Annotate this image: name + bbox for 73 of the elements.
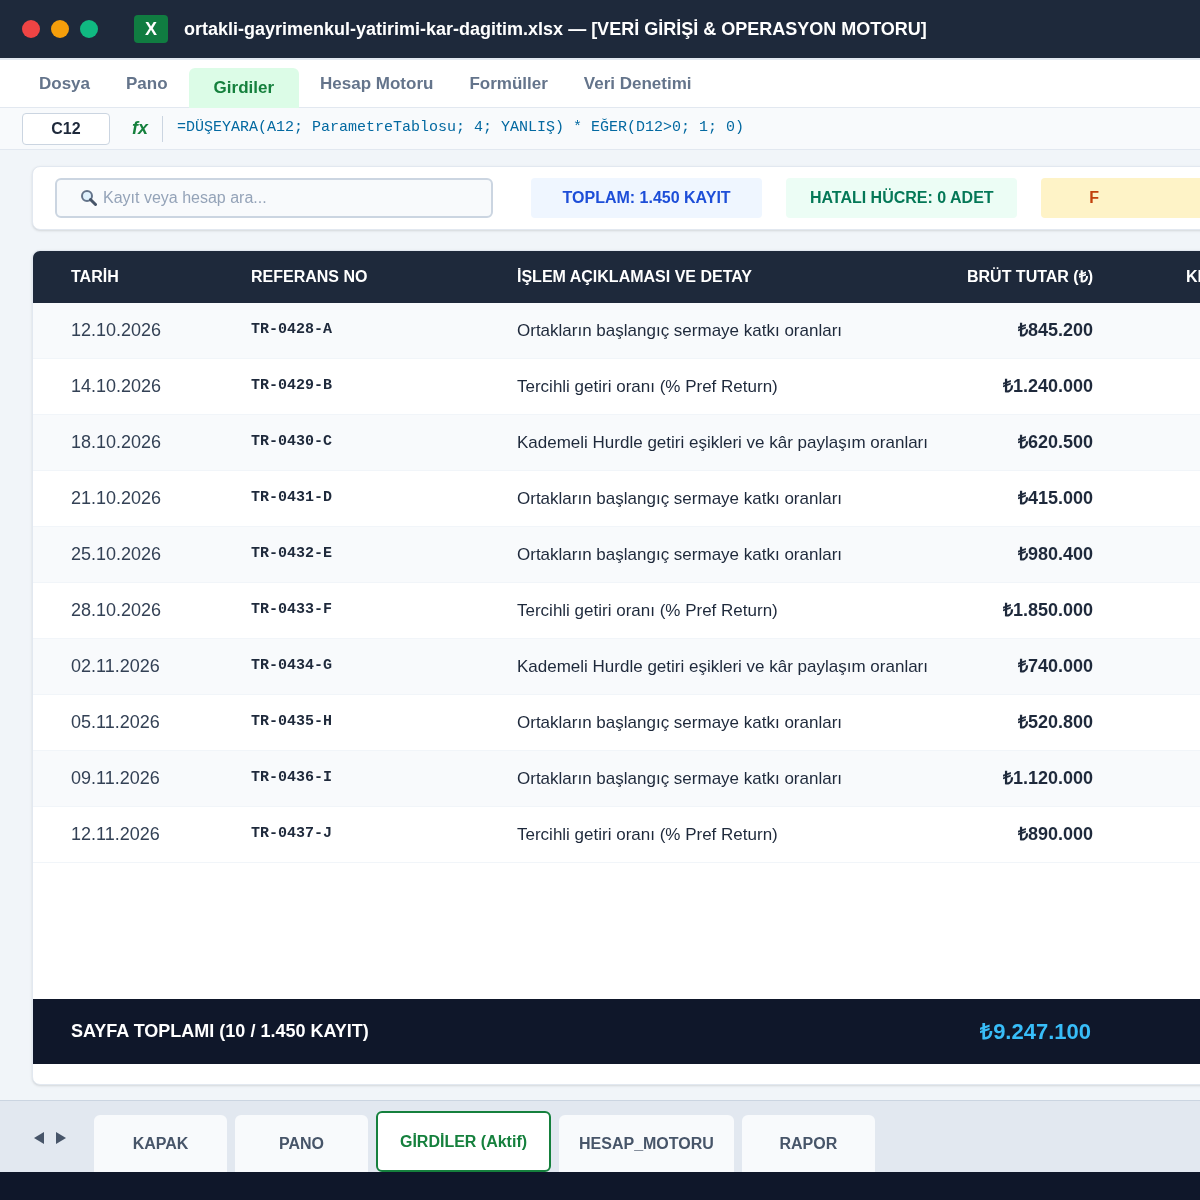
table-cell-text: TR-0431-D — [251, 488, 333, 509]
table-cell-text: ₺845.200 — [1016, 319, 1093, 342]
table-cell-text: 18.10.2026 — [71, 431, 163, 454]
formula-field[interactable]: =DÜŞEYARA(A12; ParametreTablosu; 4; YANLIŞ) * EĞER(D12>0; 1; 0) — [177, 117, 745, 140]
table-cell-text: 12.10.2026 — [71, 319, 163, 342]
table-cell-text: TR-0432-E — [251, 544, 333, 565]
sheet-tab[interactable]: GİRDİLER (Aktif) — [376, 1111, 551, 1172]
table-cell-text: Ortakların başlangıç sermaye katkı oranları — [517, 487, 844, 510]
footer-label: SAYFA TOPLAMI (10 / 1.450 KAYIT) — [71, 1020, 370, 1043]
table-cell-text: 28.10.2026 — [71, 599, 163, 622]
table-cell-text: 05.11.2026 — [71, 711, 161, 734]
column-header: REFERANS NO — [251, 267, 369, 287]
table-cell-text: ₺1.120.000 — [1001, 767, 1093, 790]
sheet-tab[interactable]: KAPAK — [94, 1115, 227, 1172]
table-cell-text: Tercihli getiri oranı (% Pref Return) — [517, 823, 779, 846]
table-cell-text: ₺415.000 — [1016, 487, 1093, 510]
table-cell-text: 09.11.2026 — [71, 767, 161, 790]
status-badge: HATALI HÜCRE: 0 ADET — [786, 178, 1018, 218]
table-cell-text: ₺520.800 — [1016, 711, 1093, 734]
table-cell-text: TR-0429-B — [251, 376, 333, 397]
table-cell-text: Tercihli getiri oranı (% Pref Return) — [517, 375, 779, 398]
table-cell-text: 14.10.2026 — [71, 375, 163, 398]
window-title: ortakli-gayrimenkul-yatirimi-kar-dagitim.xlsx — [VERİ GİRİŞİ & OPERASYON MOTORU] — [184, 17, 927, 41]
status-badge: TOPLAM: 1.450 KAYIT — [531, 178, 763, 218]
table-cell-text: Ortakların başlangıç sermaye katkı oranları — [517, 319, 844, 342]
table-cell-text: TR-0435-H — [251, 712, 333, 733]
minimize-button[interactable] — [51, 20, 69, 38]
column-header: KI — [1186, 267, 1200, 287]
app-icon: X — [134, 15, 168, 43]
table-cell-text: TR-0430-C — [251, 432, 333, 453]
table-cell-text: ₺740.000 — [1016, 655, 1093, 678]
table-cell-text: ₺1.850.000 — [1001, 599, 1093, 622]
menu-tab[interactable]: Dosya — [24, 70, 106, 97]
table-cell-text: Kademeli Hurdle getiri eşikleri ve kâr paylaşım oranları — [517, 431, 929, 454]
table-cell-text: TR-0433-F — [251, 600, 333, 621]
table-cell-text: Ortakların başlangıç sermaye katkı oranları — [517, 711, 844, 734]
close-button[interactable] — [22, 20, 40, 38]
table-cell-text: ₺980.400 — [1016, 543, 1093, 566]
status-badge: F — [1041, 178, 1200, 218]
table-cell-text: ₺890.000 — [1016, 823, 1093, 846]
table-cell-text: Ortakların başlangıç sermaye katkı oranları — [517, 767, 844, 790]
table-cell-text: ₺620.500 — [1016, 431, 1093, 454]
menu-tab[interactable]: Hesap Motoru — [305, 70, 449, 97]
menu-tab[interactable]: Formüller — [454, 70, 563, 97]
table-cell-text: Tercihli getiri oranı (% Pref Return) — [517, 599, 779, 622]
column-header: BRÜT TUTAR (₺) — [966, 266, 1093, 287]
menu-tab[interactable]: Girdiler — [188, 67, 300, 108]
menu-tab[interactable]: Pano — [111, 70, 183, 97]
table-cell-text: Ortakların başlangıç sermaye katkı oranları — [517, 543, 844, 566]
search-icon — [80, 189, 97, 206]
table-cell-text: 21.10.2026 — [71, 487, 163, 510]
table-cell-text: 12.11.2026 — [71, 823, 161, 846]
table-cell-text: TR-0436-I — [251, 768, 333, 789]
fx-label: fx — [132, 117, 148, 140]
table-cell-text: Kademeli Hurdle getiri eşikleri ve kâr paylaşım oranları — [517, 655, 929, 678]
search-field[interactable]: Kayıt veya hesap ara... — [55, 178, 493, 218]
sheet-tab[interactable]: PANO — [235, 1115, 368, 1172]
sheet-tab[interactable]: HESAP_MOTORU — [559, 1115, 734, 1172]
table-cell-text: 25.10.2026 — [71, 543, 163, 566]
menu-tab[interactable]: Veri Denetimi — [568, 70, 707, 97]
sheet-tab[interactable]: RAPOR — [741, 1115, 875, 1172]
table-cell-text: TR-0434-G — [251, 656, 333, 677]
table-cell-text: 02.11.2026 — [71, 655, 161, 678]
cell-reference-field[interactable]: C12 — [22, 112, 110, 145]
table-cell-text: TR-0437-J — [251, 824, 333, 845]
table-cell-text: TR-0428-A — [251, 320, 333, 341]
maximize-button[interactable] — [80, 20, 98, 38]
scroll-left-icon[interactable] — [32, 1131, 46, 1145]
table-cell-text: ₺1.240.000 — [1001, 375, 1093, 398]
footer-total: ₺9.247.100 — [979, 1018, 1091, 1046]
scroll-right-icon[interactable] — [54, 1131, 68, 1145]
column-header: TARİH — [71, 267, 120, 287]
column-header: İŞLEM AÇIKLAMASI VE DETAY — [517, 267, 753, 287]
